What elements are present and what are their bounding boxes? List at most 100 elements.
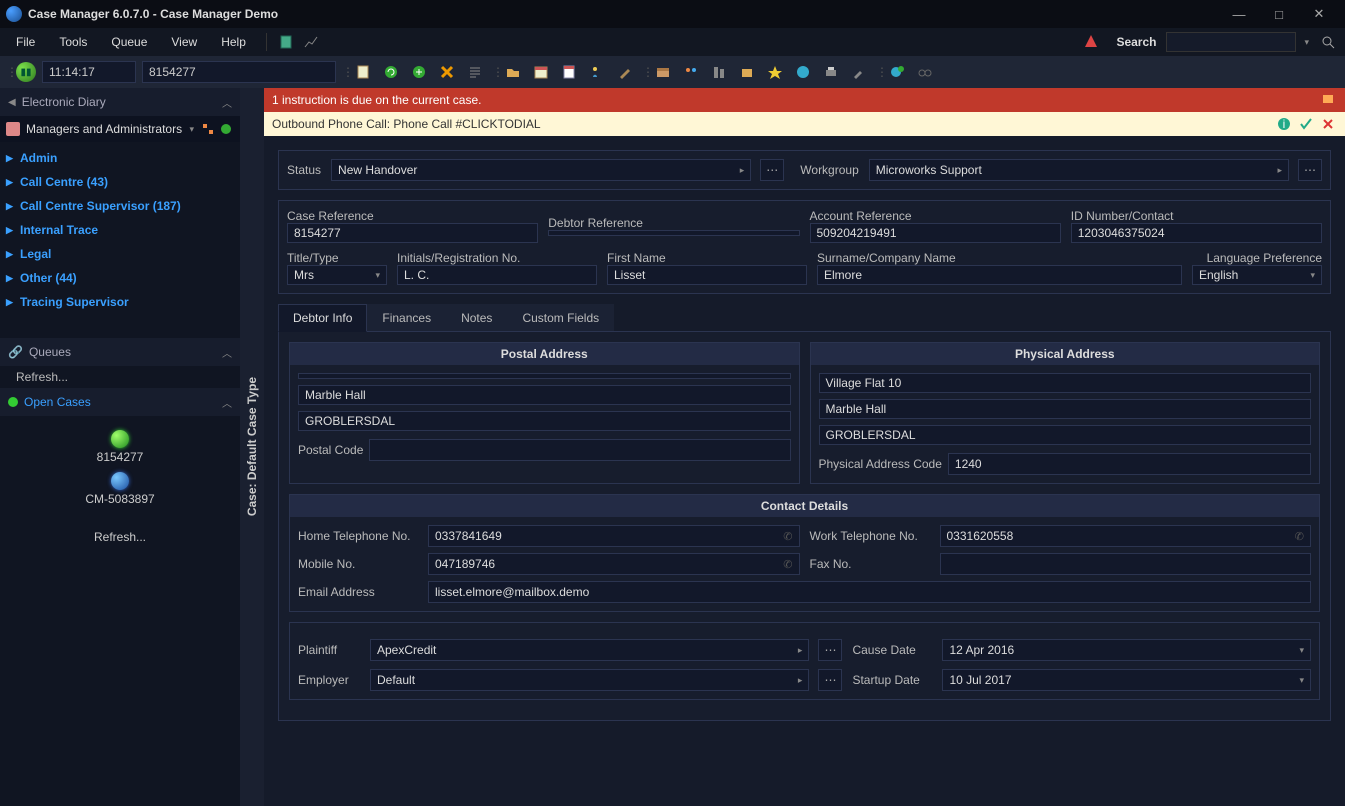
postal-line1[interactable] bbox=[298, 373, 791, 379]
postal-code-input[interactable] bbox=[369, 439, 790, 461]
info-icon[interactable]: i bbox=[1275, 115, 1293, 133]
folder-icon[interactable] bbox=[502, 61, 524, 83]
open-cases-refresh[interactable]: Refresh... bbox=[0, 530, 240, 544]
open-case-1[interactable]: 8154277 bbox=[0, 450, 240, 464]
email-input[interactable]: lisset.elmore@mailbox.demo bbox=[428, 581, 1311, 603]
align-icon[interactable] bbox=[464, 61, 486, 83]
employer-more-button[interactable]: ⋯ bbox=[818, 669, 842, 691]
employer-combo[interactable]: Default▸ bbox=[370, 669, 809, 691]
menu-file[interactable]: File bbox=[6, 31, 45, 53]
plaintiff-more-button[interactable]: ⋯ bbox=[818, 639, 842, 661]
open-case-2[interactable]: CM-5083897 bbox=[0, 492, 240, 506]
physical-line2[interactable]: Marble Hall bbox=[819, 399, 1312, 419]
sidebar-item-tracing-sup[interactable]: ▶Tracing Supervisor bbox=[0, 290, 240, 314]
physical-line1[interactable]: Village Flat 10 bbox=[819, 373, 1312, 393]
lang-combo[interactable]: English▾ bbox=[1192, 265, 1322, 285]
menu-help[interactable]: Help bbox=[211, 31, 256, 53]
physical-line3[interactable]: GROBLERSDAL bbox=[819, 425, 1312, 445]
case-ref-input[interactable]: 8154277 bbox=[287, 223, 538, 243]
id-input[interactable]: 1203046375024 bbox=[1071, 223, 1322, 243]
postal-line3[interactable]: GROBLERSDAL bbox=[298, 411, 791, 431]
firstname-input[interactable]: Lisset bbox=[607, 265, 807, 285]
tab-debtor-info[interactable]: Debtor Info bbox=[278, 304, 367, 332]
x-icon[interactable] bbox=[1319, 115, 1337, 133]
workgroup-more-button[interactable]: ⋯ bbox=[1298, 159, 1322, 181]
search-input[interactable] bbox=[1166, 32, 1296, 52]
package-icon[interactable] bbox=[736, 61, 758, 83]
work-tel-input[interactable]: 0331620558✆ bbox=[940, 525, 1312, 547]
sidebar-item-admin[interactable]: ▶Admin bbox=[0, 146, 240, 170]
grip-icon: ⋮ bbox=[6, 61, 10, 83]
menu-queue[interactable]: Queue bbox=[101, 31, 157, 53]
tab-notes[interactable]: Notes bbox=[446, 304, 507, 331]
refresh-icon[interactable] bbox=[380, 61, 402, 83]
report-icon[interactable] bbox=[558, 61, 580, 83]
print-icon[interactable] bbox=[820, 61, 842, 83]
queues-header[interactable]: 🔗 Queues ︿ bbox=[0, 338, 240, 366]
startup-date-input[interactable]: 10 Jul 2017▾ bbox=[942, 669, 1311, 691]
team-icon[interactable] bbox=[680, 61, 702, 83]
status-more-button[interactable]: ⋯ bbox=[760, 159, 784, 181]
book-icon[interactable] bbox=[277, 32, 297, 52]
physical-code-input[interactable]: 1240 bbox=[948, 453, 1311, 475]
menu-tools[interactable]: Tools bbox=[49, 31, 97, 53]
search-icon[interactable] bbox=[1317, 31, 1339, 53]
edit-icon[interactable] bbox=[614, 61, 636, 83]
warning-icon[interactable] bbox=[1084, 34, 1100, 50]
queues-refresh[interactable]: Refresh... bbox=[0, 366, 240, 388]
cancel-icon[interactable] bbox=[436, 61, 458, 83]
globe-icon[interactable] bbox=[792, 61, 814, 83]
surname-input[interactable]: Elmore bbox=[817, 265, 1182, 285]
play-button[interactable]: ▮▮ bbox=[16, 62, 36, 82]
status-combo[interactable]: New Handover▸ bbox=[331, 159, 751, 181]
debtor-ref-input[interactable] bbox=[548, 230, 799, 236]
sidebar-item-other[interactable]: ▶Other (44) bbox=[0, 266, 240, 290]
minimize-button[interactable]: — bbox=[1219, 0, 1259, 28]
sidebar-item-callcentre[interactable]: ▶Call Centre (43) bbox=[0, 170, 240, 194]
close-button[interactable]: ✕ bbox=[1299, 0, 1339, 28]
chart-icon[interactable] bbox=[301, 32, 321, 52]
sidebar-item-legal[interactable]: ▶Legal bbox=[0, 242, 240, 266]
plaintiff-combo[interactable]: ApexCredit▸ bbox=[370, 639, 809, 661]
add-icon[interactable] bbox=[408, 61, 430, 83]
phone-icon[interactable]: ✆ bbox=[1295, 530, 1304, 543]
user-run-icon[interactable] bbox=[586, 61, 608, 83]
maximize-button[interactable]: □ bbox=[1259, 0, 1299, 28]
building-icon[interactable] bbox=[708, 61, 730, 83]
tab-custom-fields[interactable]: Custom Fields bbox=[507, 304, 614, 331]
initials-input[interactable]: L. C. bbox=[397, 265, 597, 285]
archive-icon[interactable] bbox=[652, 61, 674, 83]
flag-icon[interactable] bbox=[1319, 91, 1337, 109]
workgroup-combo[interactable]: Microworks Support▸ bbox=[869, 159, 1289, 181]
new-doc-icon[interactable] bbox=[352, 61, 374, 83]
case-orb-green[interactable] bbox=[111, 430, 129, 448]
check-icon[interactable] bbox=[1297, 115, 1315, 133]
case-type-strip[interactable]: Case: Default Case Type bbox=[240, 88, 264, 806]
title-combo[interactable]: Mrs▾ bbox=[287, 265, 387, 285]
postal-line2[interactable]: Marble Hall bbox=[298, 385, 791, 405]
search-dropdown[interactable]: ▾ bbox=[1300, 37, 1313, 48]
menu-view[interactable]: View bbox=[161, 31, 207, 53]
mobile-input[interactable]: 047189746✆ bbox=[428, 553, 800, 575]
tools-icon[interactable] bbox=[848, 61, 870, 83]
fax-input[interactable] bbox=[940, 553, 1312, 575]
tab-finances[interactable]: Finances bbox=[367, 304, 446, 331]
phone-icon[interactable]: ✆ bbox=[783, 530, 792, 543]
open-cases-header[interactable]: Open Cases ︿ bbox=[0, 388, 240, 416]
star-icon[interactable] bbox=[764, 61, 786, 83]
case-orb-blue[interactable] bbox=[111, 472, 129, 490]
home-tel-input[interactable]: 0337841649✆ bbox=[428, 525, 800, 547]
sidebar-item-internal-trace[interactable]: ▶Internal Trace bbox=[0, 218, 240, 242]
diary-header[interactable]: ◀ Electronic Diary ︿ bbox=[0, 88, 240, 116]
calendar-icon[interactable] bbox=[530, 61, 552, 83]
phone-icon[interactable]: ✆ bbox=[783, 558, 792, 571]
glasses-icon[interactable] bbox=[914, 61, 936, 83]
sidebar-item-callcentre-sup[interactable]: ▶Call Centre Supervisor (187) bbox=[0, 194, 240, 218]
managers-header[interactable]: Managers and Administrators ▾ bbox=[0, 116, 240, 142]
acct-ref-input[interactable]: 509204219491 bbox=[810, 223, 1061, 243]
tree-icon[interactable] bbox=[200, 121, 216, 137]
quick-case-input[interactable]: 8154277 bbox=[142, 61, 336, 83]
cause-date-input[interactable]: 12 Apr 2016▾ bbox=[942, 639, 1311, 661]
sync-icon[interactable] bbox=[218, 121, 234, 137]
world-add-icon[interactable] bbox=[886, 61, 908, 83]
